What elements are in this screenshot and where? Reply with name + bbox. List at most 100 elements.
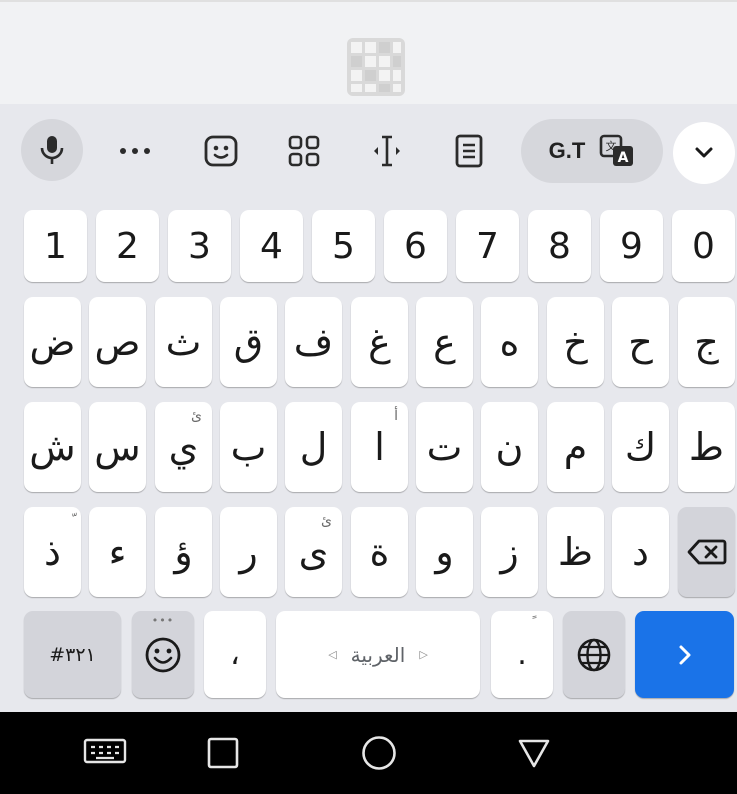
key-9[interactable]: 9 (600, 210, 663, 282)
key-alif-maqsura[interactable]: ئى (285, 507, 342, 597)
more-dots-icon: ••• (151, 614, 175, 627)
key-zha[interactable]: ظ (547, 507, 604, 597)
key-label: 0 (692, 225, 715, 267)
key-zay[interactable]: ز (481, 507, 538, 597)
key-1[interactable]: 1 (24, 210, 87, 282)
key-ra[interactable]: ر (220, 507, 277, 597)
key-0[interactable]: 0 (672, 210, 735, 282)
key-label: د (632, 530, 649, 574)
clipboard-grid-button[interactable] (279, 126, 329, 176)
key-kha[interactable]: خ (547, 297, 604, 387)
key-ghain[interactable]: غ (351, 297, 408, 387)
space-key[interactable]: ◁ العربية ▷ (276, 611, 480, 698)
key-jim[interactable]: ج (678, 297, 735, 387)
key-hint: ئ (321, 513, 332, 529)
key-ha[interactable]: ه (481, 297, 538, 387)
key-label: ء (108, 530, 127, 574)
home-button[interactable] (356, 732, 402, 774)
collapse-toolbar-button[interactable] (673, 122, 735, 184)
key-label: ك (624, 425, 657, 469)
symbols-key[interactable]: #٣٢١ (24, 611, 121, 698)
key-dal[interactable]: د (612, 507, 669, 597)
key-qaf[interactable]: ق (220, 297, 277, 387)
key-label: ه (499, 320, 520, 364)
key-5[interactable]: 5 (312, 210, 375, 282)
key-dad[interactable]: ض (24, 297, 81, 387)
space-language-label: العربية (350, 642, 406, 667)
space-label-group: ◁ العربية ▷ (328, 643, 428, 667)
key-waw-hamza[interactable]: ؤ (155, 507, 212, 597)
key-7[interactable]: 7 (456, 210, 519, 282)
key-label: ظ (557, 530, 594, 574)
key-label: س (94, 425, 141, 469)
chevron-left-icon: ◁ (328, 648, 337, 661)
key-lam[interactable]: ل (285, 402, 342, 492)
svg-text:A: A (618, 150, 629, 166)
key-label: 7 (476, 225, 499, 267)
key-sad[interactable]: ص (89, 297, 146, 387)
backspace-key[interactable] (678, 507, 735, 597)
key-sin[interactable]: س (89, 402, 146, 492)
key-hamza[interactable]: ء (89, 507, 146, 597)
key-hha[interactable]: ح (612, 297, 669, 387)
home-circle-icon (362, 736, 396, 770)
key-label: ط (688, 425, 725, 469)
back-button[interactable] (511, 732, 557, 774)
keyboard-switch-icon (83, 738, 127, 764)
key-label: 8 (548, 225, 571, 267)
key-fa[interactable]: ف (285, 297, 342, 387)
key-kaf[interactable]: ك (612, 402, 669, 492)
sticker-button[interactable] (196, 126, 246, 176)
key-label: ذ (44, 530, 61, 574)
key-ain[interactable]: ع (416, 297, 473, 387)
clipboard-grid-icon (288, 135, 320, 167)
chevron-right-icon: ▷ (419, 648, 428, 661)
language-switch-key[interactable] (563, 611, 625, 698)
key-tta[interactable]: ط (678, 402, 735, 492)
enter-key[interactable] (635, 611, 734, 698)
key-ta-marbuta[interactable]: ة (351, 507, 408, 597)
key-3[interactable]: 3 (168, 210, 231, 282)
key-label: ر (239, 530, 258, 574)
more-options-button[interactable] (113, 126, 157, 176)
notes-button[interactable] (444, 126, 494, 176)
key-4[interactable]: 4 (240, 210, 303, 282)
key-ba[interactable]: ب (220, 402, 277, 492)
key-label: ت (426, 425, 463, 469)
chevron-down-icon (695, 147, 713, 158)
key-waw[interactable]: و (416, 507, 473, 597)
comma-key[interactable]: ، (204, 611, 266, 698)
key-8[interactable]: 8 (528, 210, 591, 282)
key-alif[interactable]: أا (351, 402, 408, 492)
key-label: ز (500, 530, 519, 574)
key-label: 6 (404, 225, 427, 267)
key-mim[interactable]: م (547, 402, 604, 492)
backspace-icon (687, 539, 726, 565)
more-dots-icon (120, 148, 150, 154)
keyboard-switch-button[interactable] (80, 732, 130, 774)
voice-input-button[interactable] (21, 119, 83, 181)
emoji-key[interactable]: ••• (132, 611, 194, 698)
key-dhal[interactable]: ّذ (24, 507, 81, 597)
key-label: ب (230, 425, 267, 469)
key-shin[interactable]: ش (24, 402, 81, 492)
text-cursor-button[interactable] (362, 126, 412, 176)
key-6[interactable]: 6 (384, 210, 447, 282)
key-label: ا (374, 425, 385, 469)
key-tha[interactable]: ث (155, 297, 212, 387)
mic-icon (40, 136, 64, 164)
emoji-smile-icon (145, 637, 181, 672)
period-key[interactable]: ً . (491, 611, 553, 698)
key-2[interactable]: 2 (96, 210, 159, 282)
key-label: ل (299, 425, 328, 469)
system-navigation-bar (0, 712, 737, 794)
crossword-grid-icon (347, 38, 405, 96)
key-ta[interactable]: ت (416, 402, 473, 492)
globe-icon (577, 638, 611, 671)
key-label: ج (694, 320, 719, 364)
recents-button[interactable] (200, 732, 246, 774)
key-nun[interactable]: ن (481, 402, 538, 492)
key-ya[interactable]: ئي (155, 402, 212, 492)
translate-button[interactable]: G.T 文 A (521, 119, 663, 183)
key-label: ض (29, 320, 76, 364)
